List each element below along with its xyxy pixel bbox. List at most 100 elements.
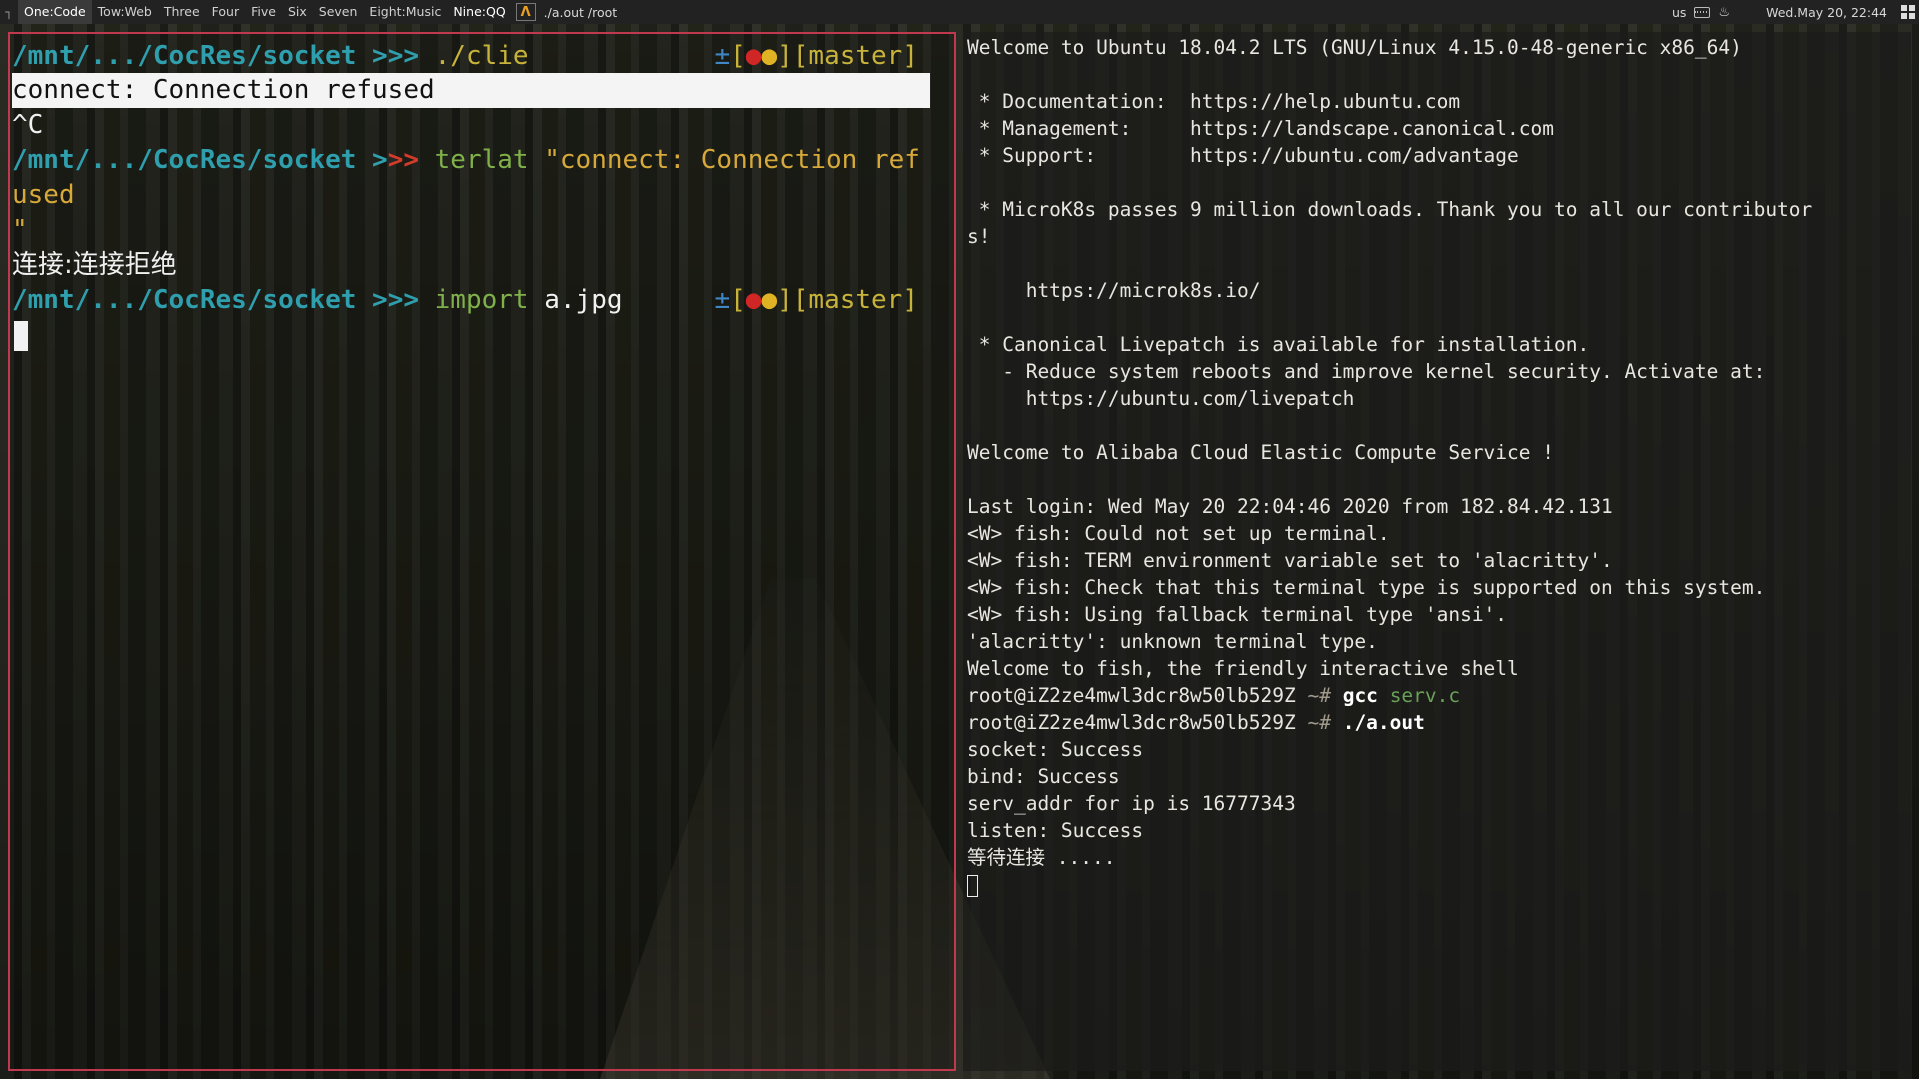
output-line: Welcome to Ubuntu 18.04.2 LTS (GNU/Linux… xyxy=(967,36,1742,59)
prompt-arrow: >> xyxy=(387,285,419,315)
output-line: 等待连接 ..... xyxy=(967,846,1116,869)
output-line: https://ubuntu.com/livepatch xyxy=(967,387,1355,410)
output-line: 'alacritty': unknown terminal type. xyxy=(967,630,1378,653)
output-line: s! xyxy=(967,225,991,248)
output-line: connect: Connection refused xyxy=(12,73,952,108)
output-line: Last login: Wed May 20 22:04:46 2020 fro… xyxy=(967,495,1613,518)
input-line[interactable] xyxy=(12,318,952,353)
output-line: <W> fish: Check that this terminal type … xyxy=(967,576,1766,599)
command-text: ./clie xyxy=(434,41,529,71)
git-bracket: [ xyxy=(730,41,746,71)
prompt-arrow: > xyxy=(372,285,388,315)
prompt-line-3: /mnt/.../CocRes/socket >>> import a.jpg ±… xyxy=(12,283,952,318)
prompt-host: root@iZ2ze4mwl3dcr8w50lb529Z xyxy=(967,684,1296,707)
output-line: * Canonical Livepatch is available for i… xyxy=(967,333,1590,356)
command-text: import xyxy=(434,285,529,315)
git-dot-red: ● xyxy=(745,41,762,71)
output-line: Welcome to fish, the friendly interactiv… xyxy=(967,657,1519,680)
left-terminal-window[interactable]: /mnt/.../CocRes/socket >>> ./clie ±[●●][m… xyxy=(8,32,956,1071)
shell-prompt-line: root@iZ2ze4mwl3dcr8w50lb529Z ~# ./a.out xyxy=(967,709,1908,736)
workspace-1[interactable]: One:Code xyxy=(18,0,92,24)
prompt-host: root@iZ2ze4mwl3dcr8w50lb529Z xyxy=(967,711,1296,734)
prompt-line-1: /mnt/.../CocRes/socket >>> ./clie ±[●●][m… xyxy=(12,39,952,74)
output-line: used xyxy=(12,178,952,213)
output-line: <W> fish: Could not set up terminal. xyxy=(967,522,1390,545)
layout-grid-icon[interactable] xyxy=(1901,5,1915,19)
prompt-path: /mnt/.../CocRes/socket xyxy=(12,41,357,71)
git-branch: [master] xyxy=(792,285,918,315)
output-line: socket: Success xyxy=(967,738,1144,761)
system-tray: us ♨ Wed.May 20, 22:44 xyxy=(1672,5,1919,20)
prompt-arrow: >> xyxy=(387,41,419,71)
translation-output: 连接:连接拒绝 xyxy=(12,250,177,280)
command-arg: a.jpg xyxy=(544,285,623,315)
command-arg: serv.c xyxy=(1389,684,1461,707)
workspace-2[interactable]: Tow:Web xyxy=(92,0,158,24)
git-status: ±[●●][master] xyxy=(714,283,918,318)
program-output: socket: Success bind: Success serv_addr fo… xyxy=(967,736,1908,871)
window-title: ./a.out /root xyxy=(543,4,618,20)
selected-output-text[interactable]: connect: Connection refused xyxy=(12,73,930,108)
text-cursor xyxy=(967,874,978,897)
prompt-arrow: > xyxy=(372,41,388,71)
workspace-4[interactable]: Four xyxy=(206,0,245,24)
text-cursor xyxy=(14,320,28,351)
workspace-3[interactable]: Three xyxy=(158,0,206,24)
git-bracket: ] xyxy=(777,41,793,71)
output-line: " xyxy=(12,213,952,248)
output-line: <W> fish: TERM environment variable set … xyxy=(967,549,1613,572)
command-text: ./a.out xyxy=(1342,711,1425,734)
output-line: https://microk8s.io/ xyxy=(967,279,1261,302)
terminal-output: Welcome to Ubuntu 18.04.2 LTS (GNU/Linux… xyxy=(967,34,1908,682)
fcitx-flame-icon[interactable]: ♨ xyxy=(1718,5,1730,20)
git-branch: [master] xyxy=(792,41,918,71)
prompt-path: /mnt/.../CocRes/socket xyxy=(12,285,357,315)
command-text: terlat xyxy=(434,145,529,175)
git-dirty-indicator: ± xyxy=(714,285,731,315)
workspace-list: One:Code Tow:Web Three Four Five Six Seven Eigh… xyxy=(18,0,512,24)
corner-menu-icon[interactable]: ┐ xyxy=(0,0,18,24)
prompt-suffix: ~# xyxy=(1295,684,1343,707)
git-dot-yellow: ● xyxy=(761,285,778,315)
input-line[interactable] xyxy=(967,871,1908,898)
output-line: * MicroK8s passes 9 million downloads. T… xyxy=(967,198,1813,221)
output-line: Welcome to Alibaba Cloud Elastic Compute… xyxy=(967,441,1554,464)
workspace-7[interactable]: Seven xyxy=(313,0,364,24)
git-status: ±[●●][master] xyxy=(714,39,918,74)
prompt-arrow: > xyxy=(372,145,388,175)
output-line: - Reduce system reboots and improve kern… xyxy=(967,360,1766,383)
output-line: <W> fish: Using fallback terminal type '… xyxy=(967,603,1508,626)
command-arg-wrap: used xyxy=(12,180,75,210)
output-line: serv_addr for ip is 16777343 xyxy=(967,792,1296,815)
command-arg: "connect: Connection ref xyxy=(544,145,920,175)
workspace-6[interactable]: Six xyxy=(282,0,313,24)
git-dirty-indicator: ± xyxy=(714,41,731,71)
output-line: bind: Success xyxy=(967,765,1120,788)
git-bracket: [ xyxy=(730,285,746,315)
keyboard-icon[interactable] xyxy=(1694,6,1711,18)
git-bracket: ] xyxy=(777,285,793,315)
clock[interactable]: Wed.May 20, 22:44 xyxy=(1766,5,1887,20)
workspace-5[interactable]: Five xyxy=(245,0,282,24)
keyboard-layout[interactable]: us xyxy=(1672,5,1686,20)
prompt-line-2: /mnt/.../CocRes/socket >>> terlat "conne… xyxy=(12,143,952,178)
git-dot-yellow: ● xyxy=(761,41,778,71)
output-line: * Management: https://landscape.canonica… xyxy=(967,117,1554,140)
right-terminal-window[interactable]: Welcome to Ubuntu 18.04.2 LTS (GNU/Linux… xyxy=(963,32,1911,1071)
workspace-8[interactable]: Eight:Music xyxy=(363,0,447,24)
workspace-9[interactable]: Nine:QQ xyxy=(447,0,511,24)
alacritty-icon: Λ xyxy=(515,3,536,21)
prompt-suffix: ~# xyxy=(1295,711,1343,734)
command-text: gcc xyxy=(1342,684,1378,707)
command-arg-wrap: " xyxy=(12,215,28,245)
output-line: ^C xyxy=(12,110,44,140)
output-line: listen: Success xyxy=(967,819,1144,842)
output-line: * Documentation: https://help.ubuntu.com xyxy=(967,90,1461,113)
output-line: * Support: https://ubuntu.com/advantage xyxy=(967,144,1519,167)
